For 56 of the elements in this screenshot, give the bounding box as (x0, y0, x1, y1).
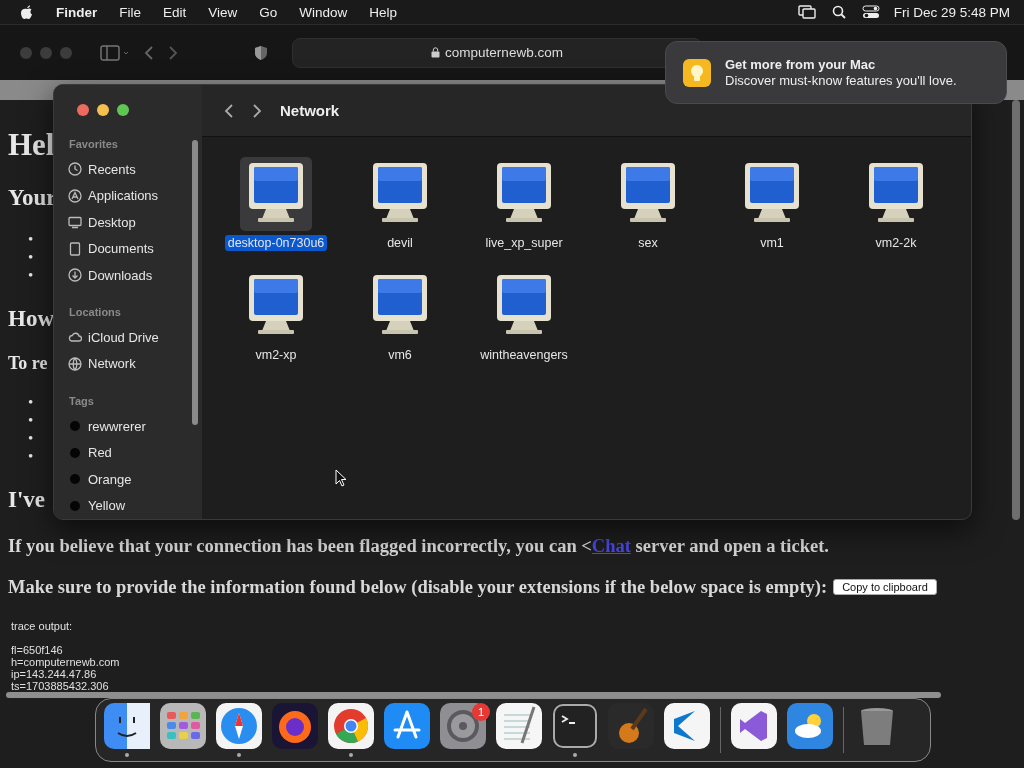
trace-line: ts=1703885432.306 (11, 680, 110, 692)
sidebar-item[interactable]: rewwrerer (88, 418, 146, 434)
menu-item[interactable]: Help (369, 4, 398, 20)
notification[interactable]: Get more from your Mac Discover must-know features you'll love. (665, 41, 1007, 104)
notification-title: Get more from your Mac (725, 56, 877, 73)
menu-item[interactable]: View (208, 4, 238, 20)
sidebar-item[interactable]: Documents (88, 241, 154, 257)
file-name[interactable]: wintheavengers (477, 347, 571, 363)
file-name[interactable]: live_xp_super (482, 235, 566, 251)
window-title: Network (280, 102, 340, 119)
sidebar-item[interactable]: iCloud Drive (88, 330, 159, 345)
sidebar-item[interactable]: Desktop (88, 214, 136, 230)
paragraph-text: To re (8, 353, 48, 373)
sidebar-item[interactable]: Red (88, 445, 112, 461)
page-heading: Hel (8, 127, 55, 162)
file-name[interactable]: desktop-0n730u6 (224, 235, 328, 251)
app-menu[interactable]: Finder (56, 4, 98, 20)
sidebar-heading: Locations (69, 306, 122, 319)
bullet: • (28, 248, 34, 266)
file-name[interactable]: vm6 (385, 347, 415, 363)
bullet: • (28, 230, 34, 248)
notification-badge: 1 (472, 703, 490, 721)
file-name[interactable]: devil (384, 235, 416, 251)
file-name[interactable]: vm2-xp (252, 347, 300, 363)
sidebar-heading: Tags (69, 395, 95, 408)
sidebar-item[interactable]: Orange (88, 471, 132, 487)
sidebar-item[interactable]: Downloads (88, 267, 153, 283)
trace-line: h=computernewb.com (11, 656, 120, 668)
trace-line: fl=650f146 (11, 644, 64, 656)
menu-item[interactable]: Window (299, 4, 348, 20)
menu-bar-clock[interactable]: Fri Dec 29 5:48 PM (893, 4, 1010, 20)
file-name[interactable]: vm2-2k (872, 235, 920, 251)
bullet: • (28, 266, 34, 284)
file-name[interactable]: sex (635, 235, 661, 251)
sidebar-item[interactable]: Recents (88, 161, 136, 177)
sidebar-item[interactable]: Network (88, 356, 136, 372)
trace-line: ip=143.244.47.86 (11, 668, 98, 680)
sidebar-heading: Favorites (69, 138, 119, 150)
menu-item[interactable]: Go (259, 4, 278, 20)
bullet: • (28, 447, 34, 465)
file-name[interactable]: vm1 (757, 235, 787, 251)
section-heading: How (8, 306, 54, 331)
menu-item[interactable]: File (119, 4, 142, 20)
sidebar-item[interactable]: Applications (88, 188, 159, 204)
bullet: • (28, 411, 34, 429)
sidebar-item[interactable]: Yellow (88, 498, 126, 514)
notice-text: If you believe that your connection has been flagged incorrectly, you can <Chat server and open a ticket. (8, 535, 829, 557)
copy-button[interactable]: Copy to clipboard (833, 579, 937, 595)
section-heading: Your (8, 185, 57, 210)
menu-item[interactable]: Edit (163, 4, 187, 20)
notification-body: Discover must-know features you'll love. (725, 72, 957, 89)
trace-title: trace output: (11, 620, 74, 632)
instruction-text: Make sure to provide the information found below (disable your extensions if the below space is empty): (8, 576, 828, 598)
section-heading: I've (8, 487, 46, 512)
bullet: • (28, 429, 34, 447)
bullet: • (28, 393, 34, 411)
